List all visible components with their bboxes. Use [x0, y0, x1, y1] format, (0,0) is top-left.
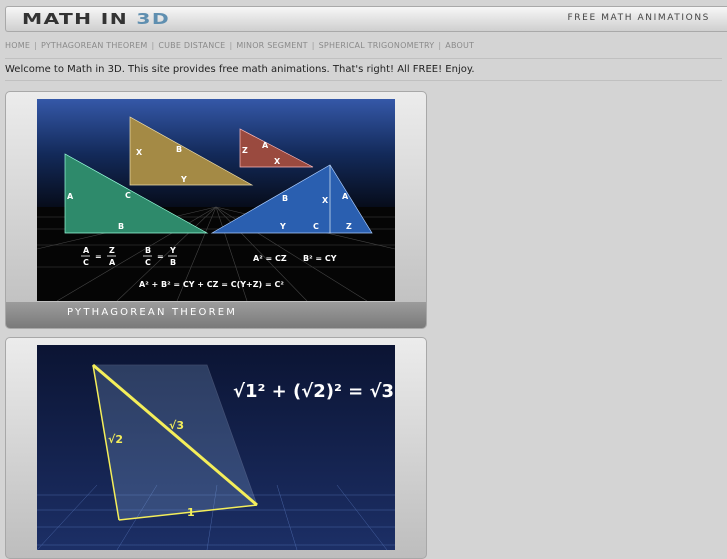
main-nav: HOME | PYTHAGOREAN THEOREM | CUBE DISTANCE | M… [5, 41, 474, 50]
nav-home[interactable]: HOME [5, 41, 30, 50]
welcome-text: Welcome to Math in 3D. This site provide… [5, 64, 475, 75]
card-caption[interactable]: PYTHAGOREAN THEOREM [67, 307, 237, 318]
cube-formula: √1² + (√2)² = √3 [233, 381, 394, 402]
site-logo[interactable]: MATH IN 3D [22, 10, 170, 28]
svg-text:X: X [274, 157, 281, 166]
pythagorean-card[interactable]: X B Y A Z X A C B B A X Y C Z A C = Z A … [5, 91, 427, 329]
logo-text: MATH IN [22, 10, 128, 28]
svg-text:B² = CY: B² = CY [303, 254, 337, 263]
svg-text:A² + B² = CY + CZ = C(Y+Z) = C: A² + B² = CY + CZ = C(Y+Z) = C² [139, 280, 284, 289]
svg-text:C: C [145, 258, 151, 267]
site-tagline: FREE MATH ANIMATIONS [567, 13, 710, 23]
divider [5, 80, 722, 81]
svg-text:Y: Y [169, 246, 176, 255]
pythagorean-animation-thumbnail[interactable]: X B Y A Z X A C B B A X Y C Z A C = Z A … [37, 99, 395, 301]
svg-text:B: B [282, 194, 288, 203]
nav-separator: | [34, 41, 37, 50]
svg-text:C: C [313, 222, 319, 231]
svg-text:A² = CZ: A² = CZ [253, 254, 287, 263]
header-bar: MATH IN 3D FREE MATH ANIMATIONS [5, 6, 727, 32]
nav-spherical-trigonometry[interactable]: SPHERICAL TRIGONOMETRY [319, 41, 435, 50]
nav-minor-segment[interactable]: MINOR SEGMENT [236, 41, 307, 50]
nav-separator: | [438, 41, 442, 50]
nav-cube-distance[interactable]: CUBE DISTANCE [158, 41, 225, 50]
svg-text:Z: Z [109, 246, 115, 255]
svg-text:A: A [262, 141, 269, 150]
svg-text:Z: Z [242, 146, 248, 155]
nav-separator: | [229, 41, 233, 50]
svg-text:√2: √2 [108, 433, 123, 446]
svg-text:Y: Y [180, 175, 187, 184]
svg-text:X: X [322, 196, 329, 205]
nav-separator: | [311, 41, 315, 50]
svg-text:B: B [176, 145, 182, 154]
cube-distance-animation-thumbnail[interactable]: √2 √3 1 √1² + (√2)² = √3 [37, 345, 395, 550]
divider [5, 58, 722, 59]
cube-distance-card[interactable]: √2 √3 1 √1² + (√2)² = √3 [5, 337, 427, 559]
svg-text:A: A [109, 258, 116, 267]
svg-text:C: C [125, 191, 131, 200]
nav-separator: | [151, 41, 155, 50]
svg-text:=: = [95, 252, 102, 261]
svg-text:B: B [170, 258, 176, 267]
logo-accent-text: 3D [136, 10, 171, 28]
svg-text:Z: Z [346, 222, 352, 231]
svg-text:B: B [145, 246, 151, 255]
svg-text:A: A [342, 192, 349, 201]
svg-text:1: 1 [187, 506, 195, 519]
nav-pythagorean-theorem[interactable]: PYTHAGOREAN THEOREM [41, 41, 147, 50]
svg-text:Y: Y [279, 222, 286, 231]
svg-text:X: X [136, 148, 143, 157]
svg-text:A: A [67, 192, 74, 201]
svg-text:√3: √3 [169, 419, 184, 432]
svg-text:A: A [83, 246, 90, 255]
svg-text:C: C [83, 258, 89, 267]
svg-text:=: = [157, 252, 164, 261]
nav-about[interactable]: ABOUT [445, 41, 474, 50]
svg-text:B: B [118, 222, 124, 231]
